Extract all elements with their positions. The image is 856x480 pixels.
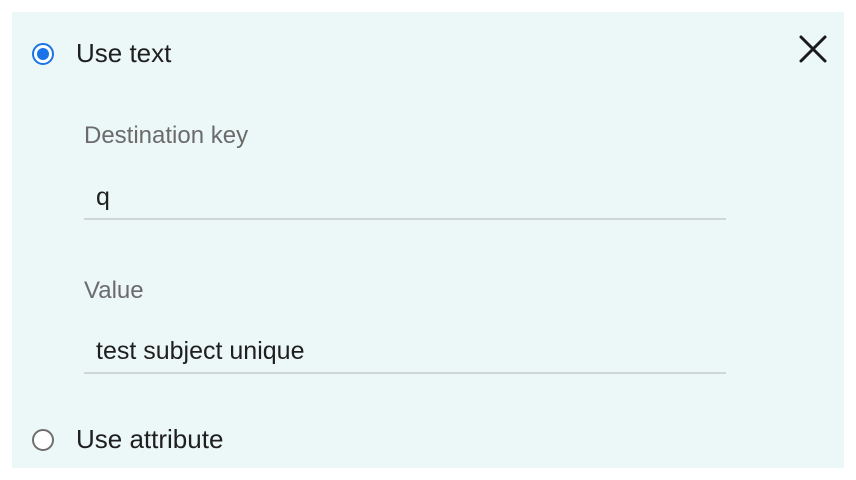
use-text-radio[interactable] (32, 42, 54, 65)
close-button[interactable] (798, 34, 828, 64)
use-attribute-option[interactable]: Use attribute (32, 424, 223, 455)
use-attribute-radio[interactable] (32, 428, 54, 451)
close-icon (799, 35, 827, 63)
use-attribute-label: Use attribute (76, 424, 224, 454)
destination-key-label: Destination key (84, 122, 249, 149)
mapping-panel: Use text Destination key Value Use attri… (12, 12, 844, 468)
use-text-option[interactable]: Use text (32, 38, 171, 69)
destination-key-input[interactable] (84, 176, 726, 220)
value-input[interactable] (84, 330, 726, 374)
value-label: Value (84, 277, 144, 304)
use-text-label: Use text (76, 38, 172, 68)
